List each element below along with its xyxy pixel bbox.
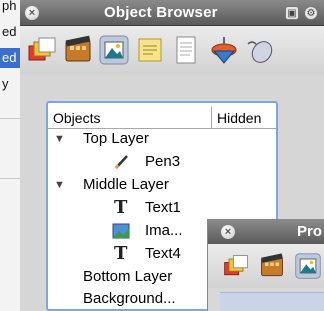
tree-row-label: Middle Layer [83,176,169,193]
film-icon[interactable] [62,34,94,66]
image-icon[interactable] [294,252,322,280]
mouse-icon[interactable] [244,34,276,66]
tree-row-label: Background... [83,290,176,307]
tree-row-label: Pen3 [145,153,181,170]
tree-row-label: Text1 [145,199,181,216]
tree-row-pen3[interactable]: Pen3 [48,151,276,173]
close-icon[interactable]: × [221,225,235,239]
document-icon[interactable] [170,34,202,66]
tree-row-label: Top Layer [83,130,149,147]
window-gear-icon[interactable]: ⚙ [304,6,318,20]
properties-titlebar[interactable]: × Pro [208,220,324,244]
window-options-icon[interactable]: ▣ [285,6,299,20]
close-icon[interactable]: × [25,6,39,20]
tree-row-text1[interactable]: T Text1 [48,197,276,219]
disclosure-triangle-expanded-icon[interactable]: ▼ [54,174,65,196]
object-browser-toolbar [20,26,324,74]
properties-window: × Pro [207,219,324,311]
layers-icon[interactable] [222,252,250,280]
tree-row-label: Text4 [145,245,181,262]
properties-body [220,292,324,311]
image-icon[interactable] [98,34,130,66]
film-icon[interactable] [258,252,286,280]
image-thumbnail-icon [112,223,130,239]
tree-row-label: Ima... [145,222,183,239]
column-header-objects[interactable]: Objects [53,110,100,126]
properties-window-title: Pro [297,223,323,240]
pen-icon [114,155,128,169]
object-browser-titlebar[interactable]: × Object Browser ▣ ⚙ [20,0,324,26]
column-divider [211,107,212,129]
text-icon: T [114,197,128,218]
tree-row-label: Bottom Layer [83,268,173,285]
text-icon: T [114,243,128,264]
disclosure-triangle-expanded-icon[interactable]: ▼ [54,128,65,150]
objects-table-header: Objects Hidden [48,107,276,129]
column-header-hidden[interactable]: Hidden [217,110,261,126]
layers-icon[interactable] [26,34,58,66]
tree-row-middle-layer[interactable]: ▼ Middle Layer [48,174,276,196]
tree-row-top-layer[interactable]: ▼ Top Layer [48,128,276,150]
spinning-top-icon[interactable] [208,34,240,66]
window-title: Object Browser [104,4,218,21]
note-icon[interactable] [134,34,166,66]
properties-toolbar [208,244,324,288]
